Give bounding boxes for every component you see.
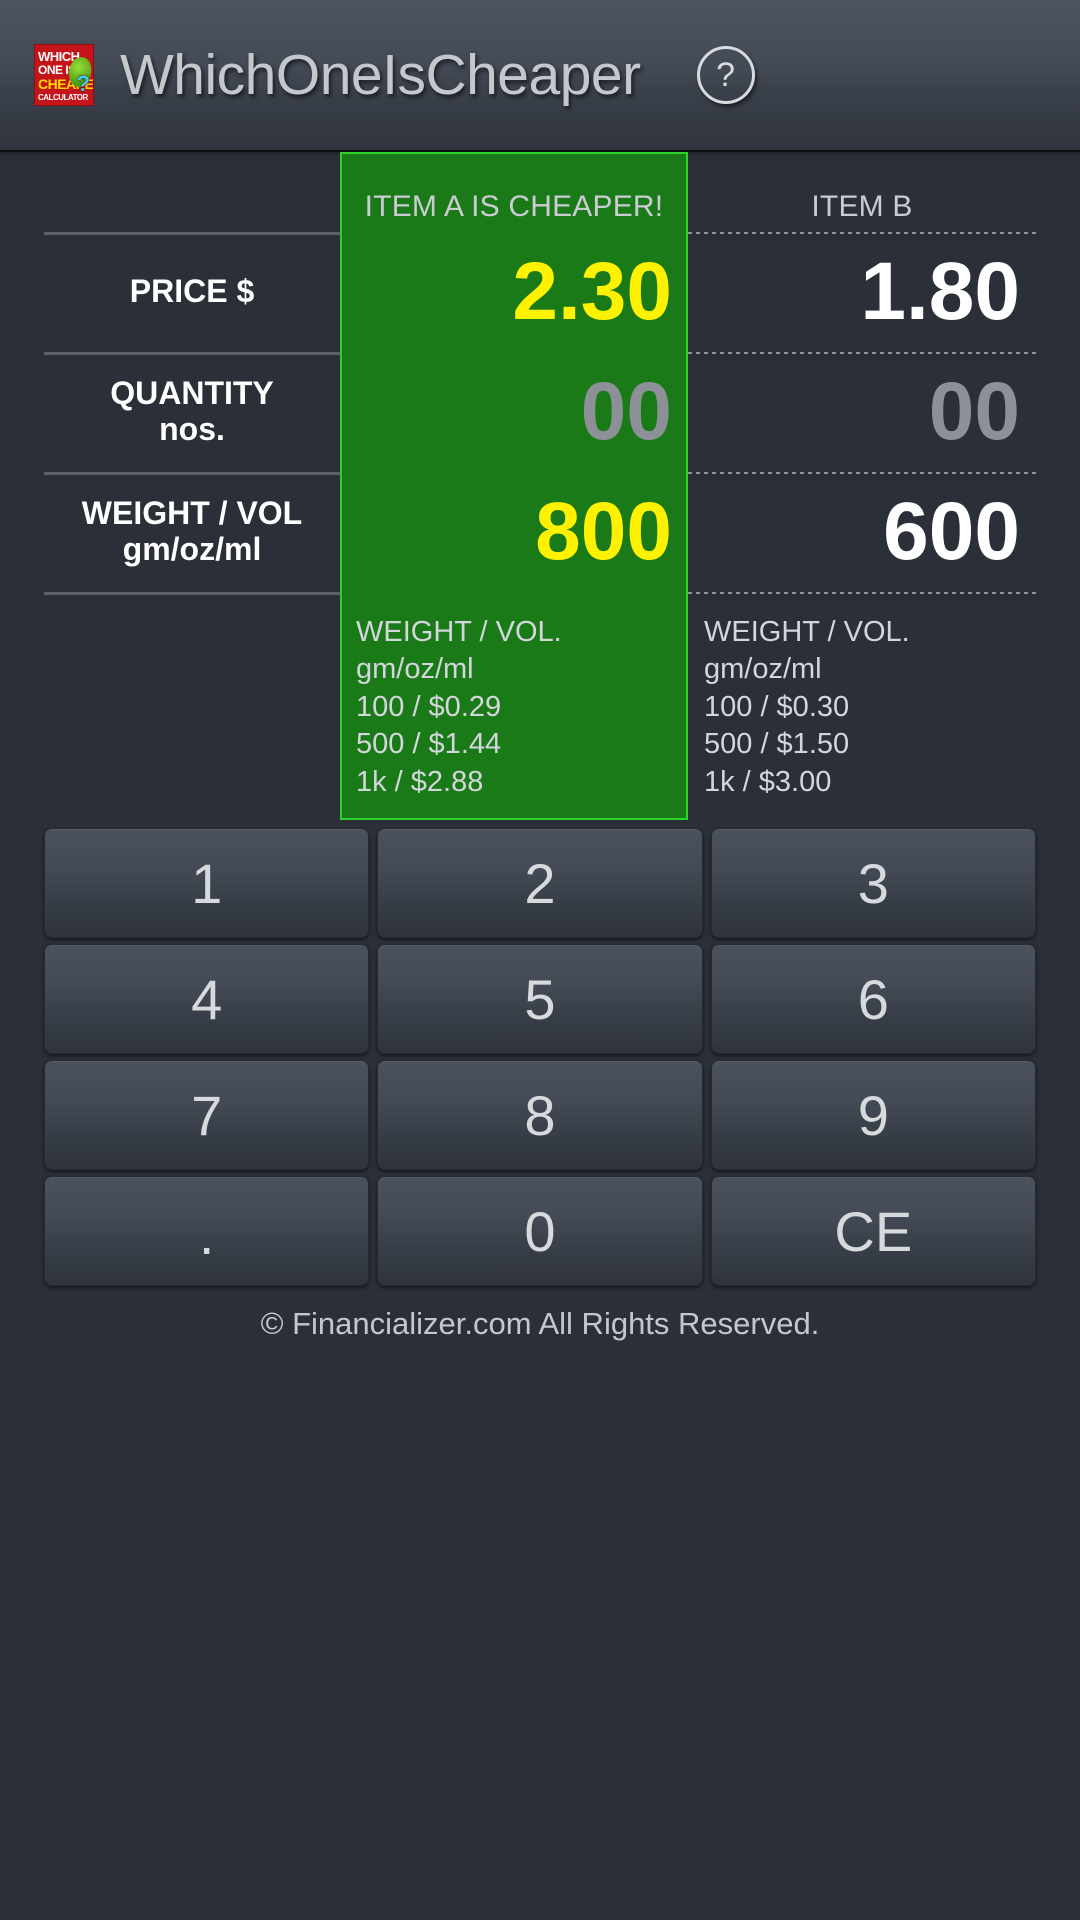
table-header-row: ITEM A IS CHEAPER! ITEM B — [44, 152, 1036, 232]
value-quantity-item-b: 00 — [928, 366, 1020, 457]
cell-price-item-b[interactable]: 1.80 — [688, 232, 1036, 352]
detail-b-line-3: 100 / $0.30 — [704, 690, 850, 723]
table-row-unit-breakdown: WEIGHT / VOL. gm/oz/ml 100 / $0.29 500 /… — [44, 592, 1036, 820]
comparison-table: ITEM A IS CHEAPER! ITEM B PRICE $ 2.30 1… — [44, 152, 1036, 820]
row-label-weight: WEIGHT / VOL gm/oz/ml — [44, 472, 340, 592]
header-item-b-label: ITEM B — [811, 190, 913, 223]
detail-a-line-5: 1k / $2.88 — [356, 765, 484, 798]
logo-question-mark-icon: ? — [76, 71, 90, 96]
key-7[interactable]: 7 — [44, 1060, 370, 1170]
app-logo-icon: WHICH ONE IS CHEAPER CALCULATOR ? — [34, 44, 94, 106]
row-label-price-main: PRICE $ — [129, 273, 255, 310]
row-label-weight-main: WEIGHT / VOL — [81, 495, 303, 532]
key-3[interactable]: 3 — [710, 828, 1036, 938]
value-quantity-item-a: 00 — [580, 366, 672, 457]
key-8[interactable]: 8 — [377, 1060, 703, 1170]
cell-weight-item-a[interactable]: 800 — [340, 472, 688, 592]
help-icon[interactable]: ? — [696, 46, 755, 104]
value-weight-item-a: 800 — [535, 486, 672, 577]
key-1[interactable]: 1 — [44, 828, 370, 938]
detail-b-line-5: 1k / $3.00 — [704, 765, 832, 798]
key-6[interactable]: 6 — [710, 944, 1036, 1054]
detail-a-line-4: 500 / $1.44 — [356, 728, 502, 761]
detail-b-line-4: 500 / $1.50 — [704, 728, 850, 761]
detail-b-line-2: gm/oz/ml — [704, 653, 822, 686]
cell-weight-item-b[interactable]: 600 — [688, 472, 1036, 592]
key-4[interactable]: 4 — [44, 944, 370, 1054]
header-item-a-label: ITEM A IS CHEAPER! — [364, 190, 664, 223]
key-decimal[interactable]: . — [44, 1176, 370, 1286]
detail-b-line-1: WEIGHT / VOL. — [704, 616, 910, 648]
row-label-quantity: QUANTITY nos. — [44, 352, 340, 472]
cell-quantity-item-a[interactable]: 00 — [340, 352, 688, 472]
key-clear-entry[interactable]: CE — [710, 1176, 1036, 1286]
row-label-quantity-sub: nos. — [159, 411, 225, 447]
app-bar: WHICH ONE IS CHEAPER CALCULATOR ? WhichO… — [0, 0, 1080, 156]
copyright-footer: © Financializer.com All Rights Reserved. — [260, 1306, 820, 1341]
value-weight-item-b: 600 — [883, 486, 1020, 577]
value-price-item-a: 2.30 — [512, 246, 672, 337]
detail-item-b: WEIGHT / VOL. gm/oz/ml 100 / $0.30 500 /… — [688, 592, 1036, 820]
row-label-quantity-main: QUANTITY — [110, 375, 274, 412]
key-0[interactable]: 0 — [377, 1176, 703, 1286]
app-title: WhichOneIsCheaper — [120, 43, 641, 107]
header-item-a: ITEM A IS CHEAPER! — [340, 152, 688, 232]
detail-a-line-2: gm/oz/ml — [356, 653, 474, 686]
value-price-item-b: 1.80 — [860, 246, 1020, 337]
header-item-b: ITEM B — [688, 152, 1036, 232]
table-row-weight: WEIGHT / VOL gm/oz/ml 800 600 — [44, 472, 1036, 592]
row-label-weight-sub: gm/oz/ml — [122, 531, 262, 567]
key-5[interactable]: 5 — [377, 944, 703, 1054]
table-row-quantity: QUANTITY nos. 00 00 — [44, 352, 1036, 472]
key-9[interactable]: 9 — [710, 1060, 1036, 1170]
cell-quantity-item-b[interactable]: 00 — [688, 352, 1036, 472]
numeric-keypad: 1 2 3 4 5 6 7 8 9 . 0 CE — [44, 828, 1036, 1286]
cell-price-item-a[interactable]: 2.30 — [340, 232, 688, 352]
key-2[interactable]: 2 — [377, 828, 703, 938]
detail-item-a: WEIGHT / VOL. gm/oz/ml 100 / $0.29 500 /… — [340, 592, 688, 820]
detail-a-line-3: 100 / $0.29 — [356, 690, 502, 723]
detail-blank-cell — [44, 592, 340, 820]
header-blank-cell — [44, 152, 340, 232]
table-row-price: PRICE $ 2.30 1.80 — [44, 232, 1036, 352]
row-label-price: PRICE $ — [44, 232, 340, 352]
detail-a-line-1: WEIGHT / VOL. — [356, 616, 562, 648]
